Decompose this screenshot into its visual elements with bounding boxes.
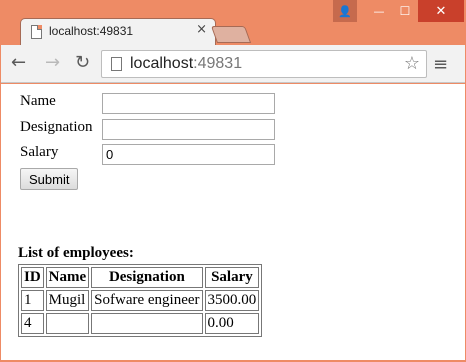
cell-salary: 0.00 bbox=[204, 313, 260, 334]
user-glyph: 👤 bbox=[338, 4, 352, 18]
user-icon[interactable]: 👤 bbox=[333, 0, 357, 22]
minimize-icon: — bbox=[373, 4, 385, 18]
page-icon bbox=[111, 57, 122, 71]
cell-salary: 3500.00 bbox=[204, 290, 260, 311]
column-header-name: Name bbox=[45, 267, 90, 288]
tab-close-icon[interactable]: × bbox=[196, 22, 207, 37]
back-arrow-icon[interactable]: ← bbox=[11, 52, 26, 73]
minimize-button[interactable]: — bbox=[366, 0, 392, 22]
browser-window: 👤 — ☐ ✕ localhost:49831 × ← → ↻ localhos… bbox=[0, 0, 466, 362]
close-window-button[interactable]: ✕ bbox=[418, 0, 464, 22]
designation-input[interactable] bbox=[102, 119, 275, 140]
address-bar[interactable]: localhost:49831 ☆ bbox=[101, 50, 427, 78]
url-text[interactable]: localhost:49831 bbox=[130, 55, 242, 73]
submit-button[interactable]: Submit bbox=[20, 168, 79, 190]
cell-id: 1 bbox=[21, 290, 44, 311]
employee-table: ID Name Designation Salary 1 Mugil Sofwa… bbox=[18, 264, 263, 337]
tab-title: localhost:49831 bbox=[49, 24, 134, 38]
reload-icon[interactable]: ↻ bbox=[75, 52, 90, 73]
cell-id: 4 bbox=[21, 313, 44, 334]
forward-arrow-icon[interactable]: → bbox=[45, 52, 60, 73]
employee-list-title: List of employees: bbox=[18, 245, 134, 261]
salary-label: Salary bbox=[20, 144, 59, 160]
cell-name bbox=[45, 313, 90, 334]
column-header-id: ID bbox=[21, 267, 44, 288]
page-favicon-icon bbox=[31, 25, 42, 39]
column-header-salary: Salary bbox=[204, 267, 260, 288]
new-tab-button[interactable] bbox=[210, 26, 252, 43]
table-row: 1 Mugil Sofware engineer 3500.00 bbox=[21, 290, 260, 311]
url-host: localhost bbox=[130, 55, 194, 72]
maximize-icon: ☐ bbox=[399, 4, 411, 18]
menu-icon[interactable]: ≡ bbox=[433, 54, 448, 75]
name-input[interactable] bbox=[102, 93, 275, 114]
page-content: Name Designation Salary Submit List of e… bbox=[1, 84, 465, 360]
url-port: :49831 bbox=[193, 55, 243, 72]
cell-designation: Sofware engineer bbox=[91, 290, 203, 311]
close-icon: ✕ bbox=[435, 3, 447, 19]
table-header-row: ID Name Designation Salary bbox=[21, 267, 260, 288]
salary-input[interactable] bbox=[102, 144, 275, 165]
browser-toolbar: ← → ↻ localhost:49831 ☆ ≡ bbox=[1, 45, 465, 83]
cell-name: Mugil bbox=[45, 290, 90, 311]
maximize-button[interactable]: ☐ bbox=[392, 0, 418, 22]
bookmark-star-icon[interactable]: ☆ bbox=[404, 53, 420, 74]
designation-label: Designation bbox=[20, 119, 93, 135]
name-label: Name bbox=[20, 93, 56, 109]
cell-designation bbox=[91, 313, 203, 334]
browser-tab[interactable]: localhost:49831 × bbox=[20, 18, 216, 45]
column-header-designation: Designation bbox=[91, 267, 203, 288]
table-row: 4 0.00 bbox=[21, 313, 260, 334]
